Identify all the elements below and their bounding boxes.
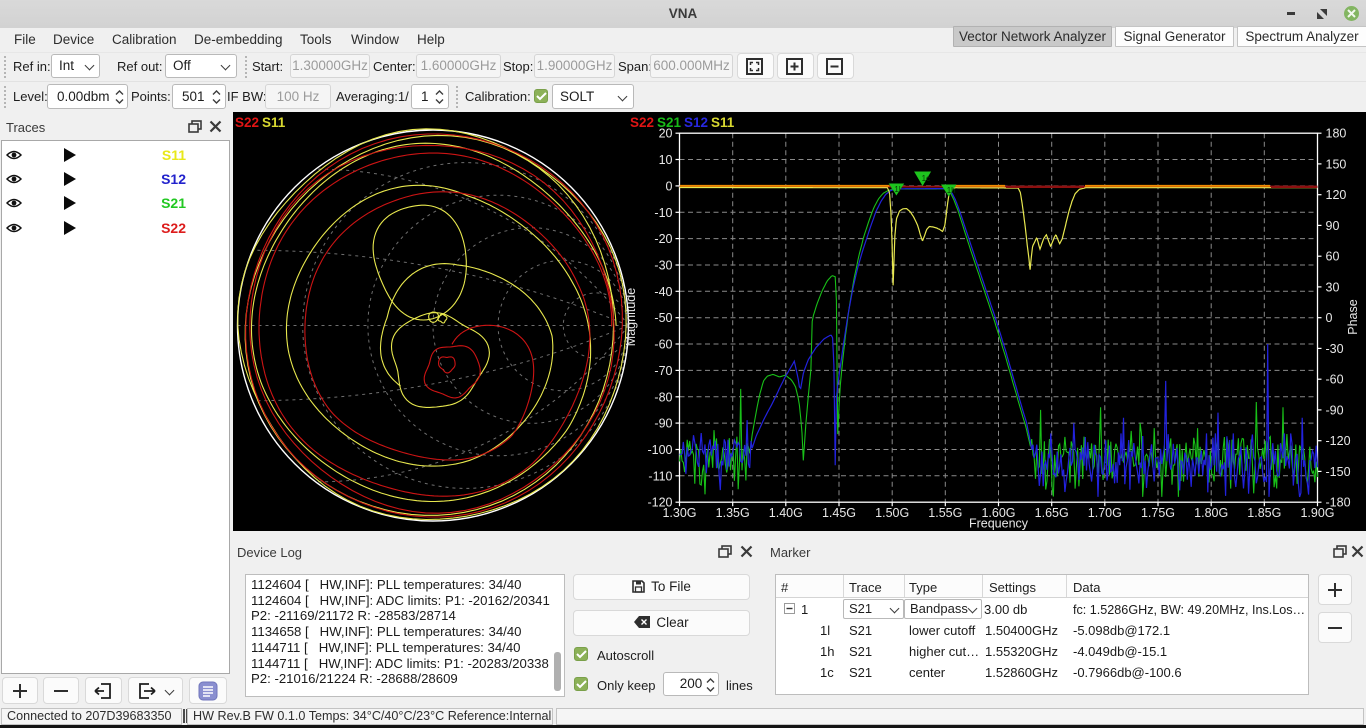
svg-text:1.70G: 1.70G (1088, 506, 1122, 520)
svg-text:30: 30 (1326, 280, 1340, 294)
svg-text:0: 0 (1326, 311, 1333, 325)
svg-text:Phase: Phase (1346, 299, 1360, 334)
svg-text:S11: S11 (262, 115, 286, 130)
svg-text:1.85G: 1.85G (1247, 506, 1281, 520)
svg-text:Magnitude: Magnitude (624, 288, 638, 346)
svg-text:60: 60 (1326, 250, 1340, 264)
svg-text:10: 10 (659, 153, 673, 167)
svg-text:1.55G: 1.55G (928, 506, 962, 520)
svg-text:1l: 1l (894, 185, 900, 194)
svg-text:1.45G: 1.45G (822, 506, 856, 520)
svg-text:1.90G: 1.90G (1300, 506, 1334, 520)
svg-text:120: 120 (1326, 188, 1347, 202)
svg-text:-100: -100 (647, 443, 672, 457)
svg-text:1c: 1c (922, 174, 930, 183)
svg-text:0: 0 (666, 179, 673, 193)
svg-text:-20: -20 (654, 232, 672, 246)
svg-text:-60: -60 (1326, 373, 1344, 387)
svg-text:-70: -70 (654, 364, 672, 378)
svg-text:S11: S11 (711, 115, 735, 130)
svg-text:1h: 1h (947, 186, 956, 195)
svg-text:-10: -10 (654, 206, 672, 220)
svg-text:-90: -90 (1326, 403, 1344, 417)
svg-text:S21: S21 (657, 115, 682, 130)
svg-text:1.50G: 1.50G (875, 506, 909, 520)
svg-text:-40: -40 (654, 285, 672, 299)
svg-text:-90: -90 (654, 417, 672, 431)
svg-text:S22: S22 (630, 115, 654, 130)
svg-text:150: 150 (1326, 157, 1347, 171)
svg-text:-120: -120 (1326, 434, 1351, 448)
svg-text:-50: -50 (654, 311, 672, 325)
svg-text:-110: -110 (648, 469, 672, 483)
svg-text:1.80G: 1.80G (1194, 506, 1228, 520)
svg-text:S22: S22 (235, 115, 259, 130)
svg-text:180: 180 (1326, 127, 1347, 141)
svg-text:-80: -80 (654, 390, 672, 404)
svg-text:-30: -30 (1326, 342, 1344, 356)
svg-text:Frequency: Frequency (969, 517, 1029, 531)
svg-text:1.35G: 1.35G (716, 506, 750, 520)
svg-text:-150: -150 (1326, 465, 1351, 479)
svg-text:-60: -60 (654, 338, 672, 352)
svg-text:90: 90 (1326, 219, 1340, 233)
svg-text:1.30G: 1.30G (662, 506, 696, 520)
svg-text:S12: S12 (684, 115, 708, 130)
svg-text:1.75G: 1.75G (1141, 506, 1175, 520)
svg-text:1.40G: 1.40G (769, 506, 803, 520)
svg-text:1.65G: 1.65G (1035, 506, 1069, 520)
svg-text:-30: -30 (654, 259, 672, 273)
